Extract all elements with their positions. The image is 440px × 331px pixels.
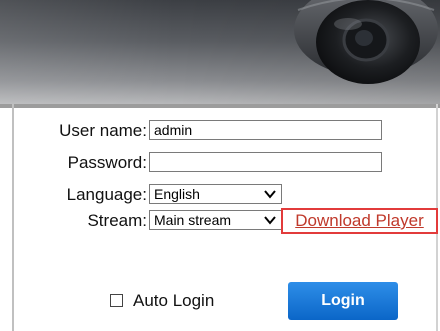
checkbox-icon[interactable]	[110, 294, 123, 307]
login-button[interactable]: Login	[288, 282, 398, 320]
dome-camera-icon	[294, 0, 438, 84]
password-input[interactable]	[149, 152, 382, 172]
language-select[interactable]: English	[149, 184, 282, 204]
stream-selected-value: Main stream	[154, 212, 232, 228]
chevron-down-icon	[264, 190, 276, 199]
header-banner	[0, 0, 440, 104]
banner-divider	[0, 104, 440, 108]
stream-label: Stream:	[87, 211, 147, 230]
stream-select[interactable]: Main stream	[149, 210, 282, 230]
password-label: Password:	[67, 153, 147, 172]
language-label: Language:	[66, 185, 147, 204]
username-input[interactable]	[149, 120, 382, 140]
chevron-down-icon	[264, 216, 276, 225]
username-label: User name:	[59, 121, 147, 140]
language-selected-value: English	[154, 186, 200, 202]
auto-login-label: Auto Login	[133, 291, 215, 310]
left-border	[12, 104, 14, 331]
download-player-link[interactable]: Download Player	[281, 208, 438, 234]
login-page: User name: Password: Language: English S…	[0, 0, 440, 331]
